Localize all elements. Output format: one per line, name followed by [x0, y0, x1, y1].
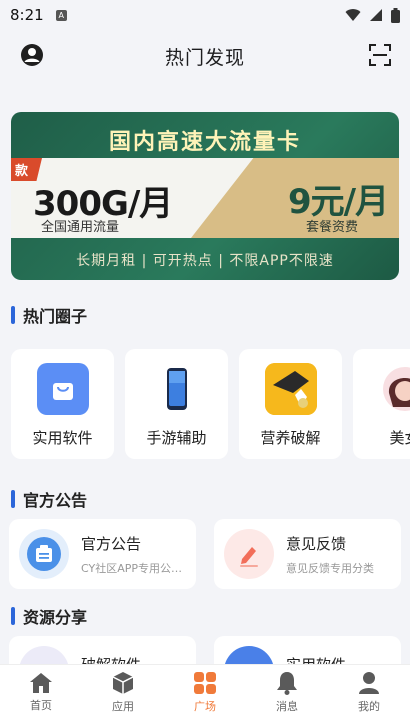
tab-square[interactable]: 广场	[164, 665, 246, 720]
phone-icon	[151, 363, 203, 415]
status-icons	[345, 7, 400, 23]
notice-text: 意见反馈 意见反馈专用分类	[286, 533, 374, 576]
tab-messages[interactable]: 消息	[246, 665, 328, 720]
top-header: 热门发现	[0, 30, 410, 82]
circle-card-game-assist[interactable]: 手游辅助	[125, 349, 228, 459]
bell-icon	[277, 672, 297, 695]
tab-label: 我的	[358, 700, 380, 713]
notification-icon: A	[55, 9, 67, 21]
section-bar	[11, 607, 15, 625]
circle-card-cracks[interactable]: 营养破解	[239, 349, 342, 459]
section-notices: 官方公告	[11, 487, 87, 511]
circles-row: 实用软件 手游辅助 营养破解 美女	[11, 349, 410, 459]
tab-label: 首页	[30, 699, 52, 712]
user-avatar-icon[interactable]	[20, 43, 44, 67]
circle-card-beauty[interactable]: 美女	[353, 349, 410, 459]
wifi-icon	[345, 9, 361, 21]
battery-icon	[391, 7, 400, 23]
game-art-icon	[264, 363, 317, 415]
section-title: 资源分享	[23, 608, 88, 627]
notices-row: 官方公告 CY社区APP专用公… 意见反馈 意见反馈专用分类	[9, 519, 401, 589]
tab-label: 广场	[194, 700, 216, 713]
banner-title: 国内高速大流量卡	[108, 130, 301, 155]
notice-desc: 意见反馈专用分类	[286, 561, 374, 575]
tab-apps[interactable]: 应用	[82, 665, 164, 720]
tab-label: 消息	[276, 700, 298, 713]
girl-avatar-icon	[379, 363, 410, 415]
banner-features: 长期月租 | 可开热点 | 不限APP不限速	[76, 253, 334, 269]
signal-icon	[370, 9, 382, 21]
shopping-bag-icon	[36, 363, 89, 415]
page-title: 热门发现	[164, 46, 245, 69]
notice-card-announcement[interactable]: 官方公告 CY社区APP专用公…	[9, 519, 196, 589]
scan-icon[interactable]	[368, 43, 392, 67]
person-icon	[359, 672, 379, 694]
circle-name: 实用软件	[32, 429, 93, 447]
circle-name: 美女	[389, 429, 410, 447]
notice-icon	[19, 529, 69, 579]
notice-text: 官方公告 CY社区APP专用公…	[81, 533, 182, 576]
tab-profile[interactable]: 我的	[328, 665, 410, 720]
home-icon	[30, 673, 52, 693]
circle-name: 营养破解	[260, 429, 321, 447]
notice-card-feedback[interactable]: 意见反馈 意见反馈专用分类	[214, 519, 401, 589]
grid-icon	[194, 672, 216, 694]
notice-title: 意见反馈	[286, 534, 347, 553]
section-hot-circles: 热门圈子	[11, 303, 87, 327]
bottom-tab-bar: 首页 应用 广场 消息 我的	[0, 664, 410, 720]
banner-price-caption: 套餐资费	[306, 220, 359, 235]
section-title: 热门圈子	[23, 307, 88, 326]
banner-data-caption: 全国通用流量	[41, 220, 120, 235]
section-title: 官方公告	[23, 491, 88, 510]
section-resources: 资源分享	[11, 604, 87, 628]
section-bar	[11, 306, 15, 324]
notice-title: 官方公告	[81, 534, 142, 553]
cube-icon	[112, 672, 134, 694]
notice-desc: CY社区APP专用公…	[81, 561, 182, 575]
circle-card-tools[interactable]: 实用软件	[11, 349, 114, 459]
section-bar	[11, 490, 15, 508]
tab-label: 应用	[112, 700, 134, 713]
banner-middle: 款 300G/月 全国通用流量 9元/月 套餐资费	[11, 158, 399, 238]
status-bar: 8:21 A	[0, 0, 410, 30]
tab-home[interactable]: 首页	[0, 665, 82, 720]
promo-banner[interactable]: 国内高速大流量卡 款 300G/月 全国通用流量 9元/月 套餐资费 长期月租 …	[11, 112, 399, 280]
circle-name: 手游辅助	[146, 429, 207, 447]
status-time: 8:21	[10, 6, 44, 24]
edit-icon	[224, 529, 274, 579]
